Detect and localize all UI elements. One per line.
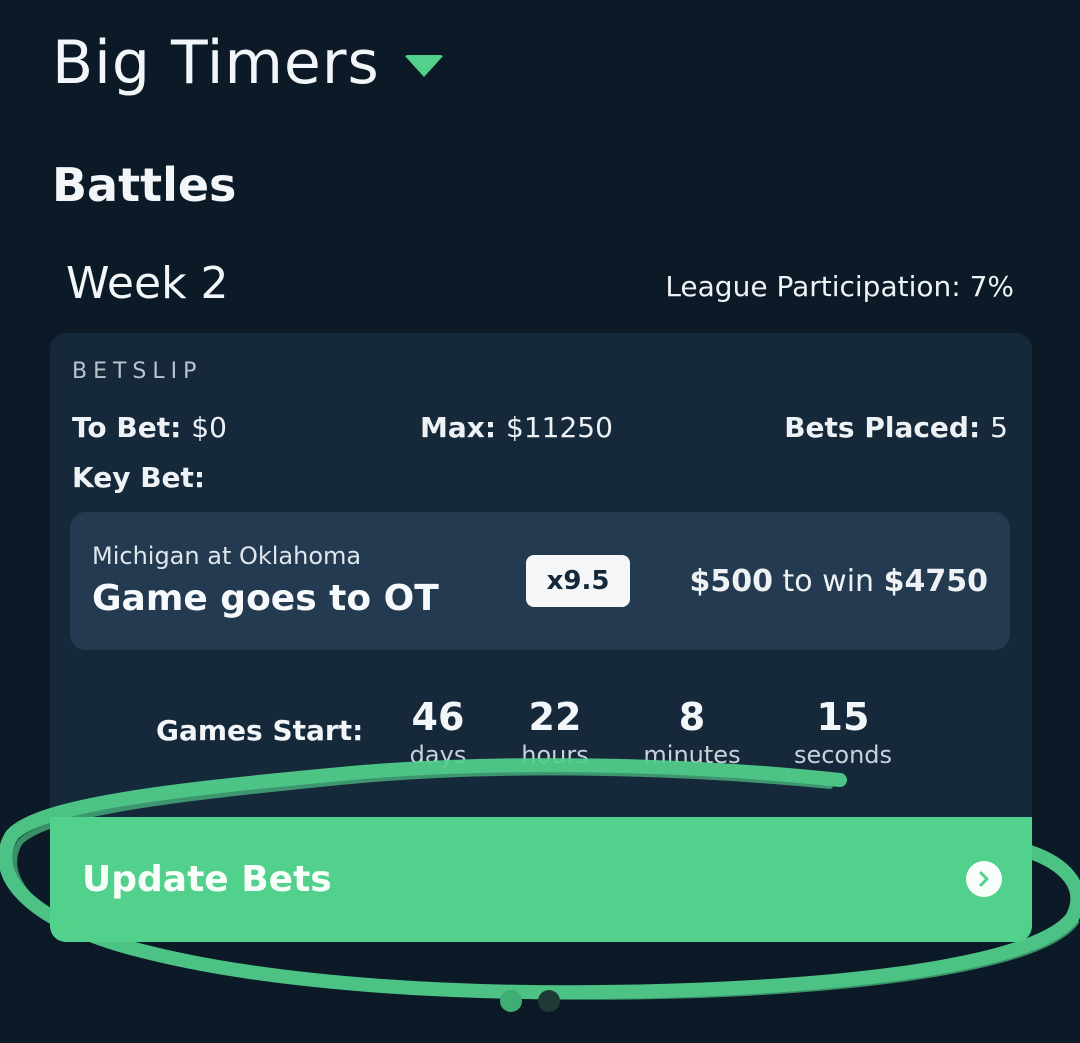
countdown-hours: 22 hours [485, 695, 625, 769]
bet-payout: $500 to win $4750 [689, 564, 988, 599]
bet-stake: $500 [689, 564, 773, 599]
countdown-minutes-label: minutes [643, 741, 741, 769]
bets-placed-label: Bets Placed: [784, 411, 981, 444]
league-participation: League Participation: 7% [665, 270, 1014, 303]
league-name: Big Timers [52, 28, 380, 98]
max-value: $11250 [506, 411, 613, 444]
bets-placed-stat: Bets Placed: 5 [784, 411, 1008, 444]
countdown-seconds: 15 seconds [773, 695, 913, 769]
countdown-label: Games Start: [156, 714, 364, 747]
countdown-seconds-label: seconds [793, 741, 893, 769]
to-bet-stat: To Bet: $0 [72, 411, 227, 444]
week-title: Week 2 [66, 258, 229, 309]
page-indicator [500, 990, 560, 1012]
page-dot-active[interactable] [500, 990, 522, 1012]
update-bets-label: Update Bets [82, 859, 332, 900]
chevron-right-icon [966, 861, 1002, 897]
caret-down-icon[interactable] [403, 55, 444, 77]
odds-badge: x9.5 [526, 555, 630, 607]
to-bet-label: To Bet: [72, 411, 182, 444]
countdown-minutes: 8 minutes [622, 695, 762, 769]
to-win-text: to win [782, 564, 875, 599]
bet-win-amount: $4750 [883, 564, 988, 599]
countdown-hours-value: 22 [528, 695, 582, 739]
bets-placed-value: 5 [990, 411, 1008, 444]
betslip-card: BETSLIP To Bet: $0 Max: $11250 Bets Placed… [50, 333, 1032, 942]
key-bet-row[interactable]: Michigan at Oklahoma Game goes to OT x9.… [70, 512, 1010, 650]
key-bet-label: Key Bet: [72, 461, 206, 494]
league-selector[interactable]: Big Timers [52, 28, 444, 98]
countdown-minutes-value: 8 [678, 695, 706, 739]
bet-matchup: Michigan at Oklahoma [92, 542, 362, 570]
update-bets-button[interactable]: Update Bets [50, 817, 1032, 942]
countdown-seconds-value: 15 [816, 695, 870, 739]
bet-description: Game goes to OT [92, 578, 439, 619]
max-stat: Max: $11250 [420, 411, 613, 444]
countdown-hours-label: hours [521, 741, 589, 769]
to-bet-value: $0 [191, 411, 227, 444]
section-title: Battles [52, 158, 237, 212]
page-dot[interactable] [538, 990, 560, 1012]
betslip-label: BETSLIP [72, 359, 203, 384]
max-label: Max: [420, 411, 497, 444]
